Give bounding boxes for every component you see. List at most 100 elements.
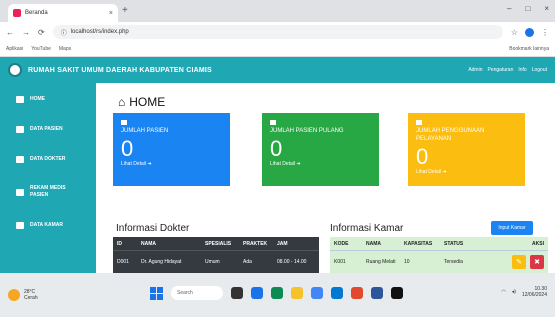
column-header: AKSI: [532, 240, 544, 247]
card-detail-link[interactable]: Lihat Detail ➜: [121, 161, 222, 167]
card-penggunaan-pelayanan: JUMLAH PENGGUNAAN PELAYANAN 0 Lihat Deta…: [408, 113, 525, 186]
table-cell: 08.00 - 14.00: [277, 259, 307, 265]
maximize-button[interactable]: □: [525, 4, 530, 13]
weather-widget[interactable]: 28°C Cerah: [8, 289, 38, 301]
browser-tab[interactable]: Beranda ×: [8, 4, 118, 22]
sidebar-item-data-dokter[interactable]: DATA DOKTER: [0, 145, 96, 173]
card-label: JUMLAH PASIEN: [121, 128, 169, 134]
bookmark-item[interactable]: Maps: [59, 46, 71, 52]
main-content: ⌂ HOME JUMLAH PASIEN 0 Lihat Detail ➜ JU…: [96, 83, 555, 273]
terminal-icon[interactable]: [391, 287, 403, 299]
card-icon: [416, 120, 422, 125]
wifi-icon[interactable]: ◠: [501, 289, 505, 295]
column-header: SPESIALIS: [205, 240, 232, 247]
file-explorer-icon[interactable]: [291, 287, 303, 299]
table-header: ID NAMA SPESIALIS PRAKTEK JAM: [113, 237, 319, 251]
browser-menu-icon[interactable]: ⋮: [541, 28, 549, 37]
table-cell: K001: [334, 259, 346, 265]
card-label: JUMLAH PENGGUNAAN PELAYANAN: [416, 128, 485, 142]
sun-icon: [8, 289, 20, 301]
sidebar-item-data-kamar[interactable]: DATA KAMAR: [0, 211, 96, 239]
bookmark-item[interactable]: YouTube: [31, 46, 51, 52]
card-detail-link[interactable]: Lihat Detail ➜: [416, 169, 517, 175]
sidebar-item-rekam-medis[interactable]: REKAM MEDIS PASIEN: [0, 175, 96, 209]
sidebar-item-label: HOME: [30, 96, 45, 102]
clock-date[interactable]: 12/06/2024: [522, 292, 547, 298]
logout-link[interactable]: Logout: [532, 67, 547, 73]
card-value: 0: [270, 136, 283, 161]
navbar-item[interactable]: Admin: [468, 67, 482, 73]
navbar-item[interactable]: Info: [518, 67, 526, 73]
edge-browser-icon[interactable]: [271, 287, 283, 299]
edit-icon[interactable]: ✎: [512, 255, 526, 269]
app-navbar: RUMAH SAKIT UMUM DAERAH KABUPATEN CIAMIS…: [0, 57, 555, 83]
taskbar-search[interactable]: Search: [171, 286, 223, 300]
input-kamar-button[interactable]: Input Kamar: [491, 221, 533, 235]
sidebar-item-label: DATA PASIEN: [30, 126, 63, 132]
browser-tabbar: Beranda × + – □ ×: [0, 0, 555, 22]
bookmark-item[interactable]: Aplikasi: [6, 46, 23, 52]
task-view-icon[interactable]: [231, 287, 243, 299]
volume-icon[interactable]: ◂): [512, 289, 516, 295]
table-cell: Tersedia: [444, 259, 463, 265]
address-bar: ← → ⟳ ⓘ localhost/rs/index.php ☆ ⋮: [0, 22, 555, 42]
word-icon[interactable]: [371, 287, 383, 299]
address-actions: ☆ ⋮: [511, 27, 549, 37]
table-header: KODE NAMA KAPASITAS STATUS AKSI: [330, 237, 548, 251]
forward-icon[interactable]: →: [22, 28, 30, 37]
system-tray: ◠ ◂) 10.30 12/06/2024: [501, 286, 547, 298]
card-value: 0: [416, 144, 429, 169]
sidebar-item-data-pasien[interactable]: DATA PASIEN: [0, 115, 96, 143]
taskbar-apps: Search: [150, 286, 403, 300]
taskbar: 28°C Cerah Search ◠ ◂) 10.30 12/06/2024: [0, 273, 555, 317]
table-cell: Dr. Agung Hidayat: [141, 259, 182, 265]
back-icon[interactable]: ←: [6, 28, 14, 37]
weather-desc: Cerah: [24, 295, 38, 301]
table-cell: 10: [404, 259, 410, 265]
tab-close-icon[interactable]: ×: [109, 10, 113, 17]
card-value: 0: [121, 136, 134, 161]
card-icon: [121, 120, 127, 125]
widgets-icon[interactable]: [251, 287, 263, 299]
trash-icon[interactable]: ✖: [530, 255, 544, 269]
navbar-menu: Admin Pengaturan Info Logout: [468, 67, 547, 73]
patient-icon: [16, 125, 24, 133]
office-icon[interactable]: [351, 287, 363, 299]
table-cell: Ruang Melati: [366, 259, 396, 265]
favicon-icon: [13, 9, 21, 17]
card-detail-link[interactable]: Lihat Detail ➜: [270, 161, 371, 167]
doctor-table: ID NAMA SPESIALIS PRAKTEK JAM D001 Dr. A…: [113, 237, 319, 273]
column-header: STATUS: [444, 240, 464, 247]
windows-start-icon[interactable]: [150, 286, 163, 300]
window-controls: – □ ×: [507, 4, 549, 13]
column-header: NAMA: [366, 240, 381, 247]
home-icon: ⌂: [118, 95, 126, 109]
room-icon: [16, 221, 24, 229]
column-header: NAMA: [141, 240, 156, 247]
room-table: KODE NAMA KAPASITAS STATUS AKSI K001 Rua…: [330, 237, 548, 273]
navbar-item[interactable]: Pengaturan: [488, 67, 514, 73]
reload-icon[interactable]: ⟳: [38, 28, 45, 37]
sidebar: HOME DATA PASIEN DATA DOKTER REKAM MEDIS…: [0, 83, 96, 273]
info-icon: ⓘ: [60, 30, 67, 37]
column-header: PRAKTEK: [243, 240, 268, 247]
store-icon[interactable]: [331, 287, 343, 299]
sidebar-item-label: DATA KAMAR: [30, 222, 63, 228]
close-window-button[interactable]: ×: [544, 4, 549, 13]
table-row: K001 Ruang Melati 10 Tersedia ✎ ✖: [330, 251, 548, 273]
card-label: JUMLAH PASIEN PULANG: [270, 128, 344, 134]
chrome-icon[interactable]: [311, 287, 323, 299]
other-bookmarks[interactable]: Bookmark lainnya: [509, 46, 549, 52]
url-input[interactable]: ⓘ localhost/rs/index.php: [52, 25, 503, 39]
bookmarks-bar: Aplikasi YouTube Maps Bookmark lainnya: [0, 42, 555, 57]
minimize-button[interactable]: –: [507, 4, 511, 13]
profile-avatar[interactable]: [525, 27, 534, 37]
app-title: RUMAH SAKIT UMUM DAERAH KABUPATEN CIAMIS: [28, 66, 212, 74]
tab-title: Beranda: [25, 10, 48, 16]
sidebar-item-label: REKAM MEDIS PASIEN: [30, 185, 66, 198]
medical-record-icon: [16, 188, 24, 196]
bookmark-star-icon[interactable]: ☆: [511, 28, 518, 37]
home-icon: [16, 95, 24, 103]
sidebar-item-home[interactable]: HOME: [0, 85, 96, 113]
new-tab-button[interactable]: +: [122, 5, 128, 16]
